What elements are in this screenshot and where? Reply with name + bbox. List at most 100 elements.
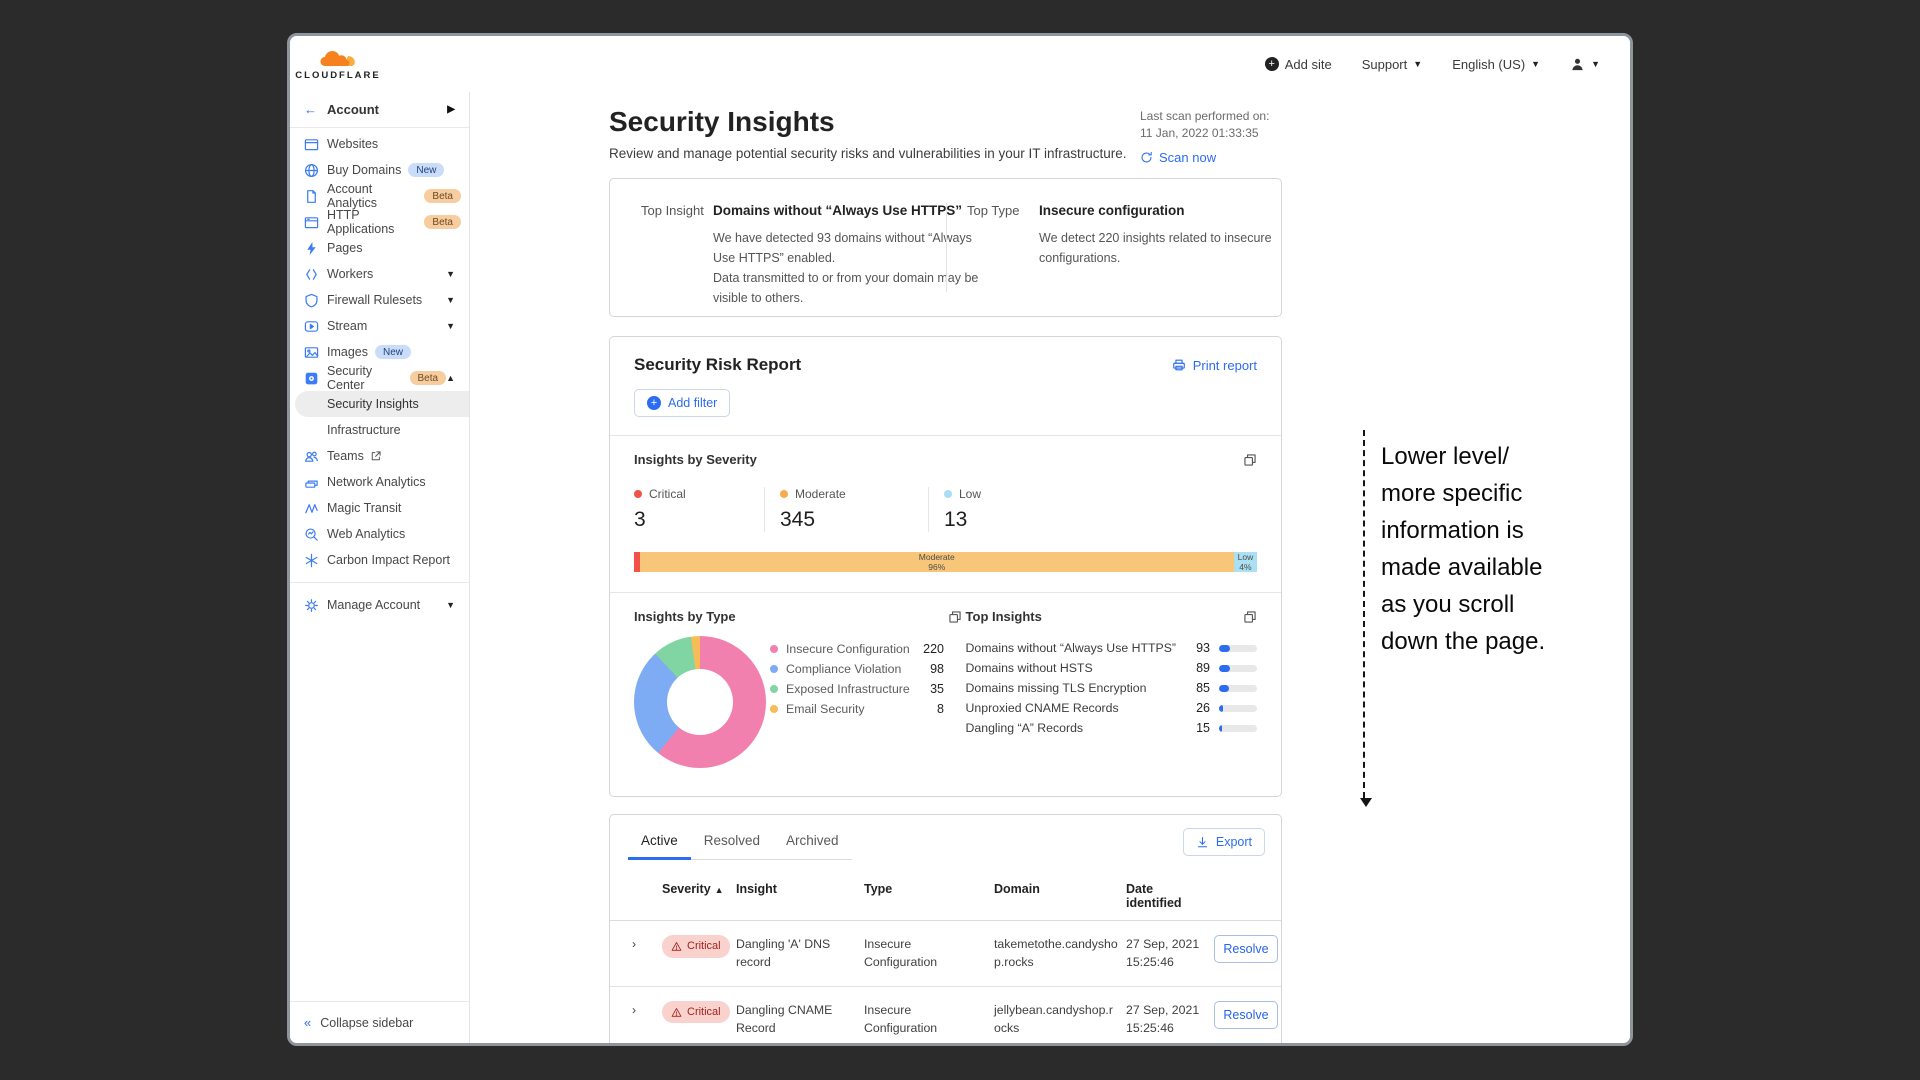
security-badge-icon: [304, 371, 319, 386]
sidebar-item-account-analytics[interactable]: Account AnalyticsBeta: [290, 183, 469, 209]
sidebar-item-firewall-rulesets[interactable]: Firewall Rulesets▼: [290, 287, 469, 313]
legend-value: 98: [930, 662, 944, 676]
cell-type: Insecure Configuration: [864, 987, 994, 1043]
column-header-severity[interactable]: Severity▲: [662, 874, 736, 906]
bolt-icon: [304, 241, 319, 256]
browser-window-icon: [304, 137, 319, 152]
sidebar-item-magic-transit[interactable]: Magic Transit: [290, 495, 469, 521]
severity-stat-value: 13: [944, 508, 1092, 532]
severity-dot-icon: [634, 490, 642, 498]
top-insight-bar-fill: [1219, 665, 1230, 672]
language-menu[interactable]: English (US) ▼: [1452, 57, 1540, 72]
top-insight-row[interactable]: Domains without “Always Use HTTPS”93: [966, 638, 1257, 658]
last-scan-label: Last scan performed on:: [1140, 108, 1282, 125]
top-type-label: Top Type: [967, 203, 1039, 292]
expand-row-chevron-icon[interactable]: ›: [632, 987, 662, 1033]
support-menu[interactable]: Support ▼: [1362, 57, 1422, 72]
sidebar-item-label: Manage Account: [327, 598, 420, 612]
web-analytics-icon: [304, 527, 319, 542]
sidebar-item-label: Magic Transit: [327, 501, 401, 515]
top-insight-block: Top Insight Domains without “Always Use …: [610, 203, 946, 292]
sidebar-item-carbon-impact-report[interactable]: Carbon Impact Report: [290, 547, 469, 573]
arrow-down-icon: [1360, 798, 1372, 807]
sidebar-item-security-center[interactable]: Security CenterBeta▲: [290, 365, 469, 391]
top-insight-row[interactable]: Dangling “A” Records15: [966, 718, 1257, 738]
top-insight-bar: [1219, 645, 1257, 652]
cell-severity: Critical: [662, 921, 736, 972]
severity-stat-header: Low: [944, 487, 1092, 501]
top-insight-row[interactable]: Domains without HSTS89: [966, 658, 1257, 678]
sidebar-account-header[interactable]: ← Account ▶: [290, 92, 469, 128]
sidebar-item-web-analytics[interactable]: Web Analytics: [290, 521, 469, 547]
severity-badge-label: Critical: [687, 1004, 721, 1021]
severity-badge-label: Critical: [687, 938, 721, 955]
column-header-label: Severity: [662, 882, 711, 896]
donut-legend: Insecure Configuration220Compliance Viol…: [770, 636, 944, 768]
cell-insight: Dangling CNAME Record: [736, 987, 864, 1043]
cell-domain: takemetothe.candyshop.rocks: [994, 921, 1126, 986]
sidebar-item-manage-account[interactable]: Manage Account▼: [290, 592, 469, 618]
sidebar-item-stream[interactable]: Stream▼: [290, 313, 469, 339]
cloudflare-logo[interactable]: CLOUDFLARE: [300, 48, 376, 81]
sidebar-item-http-applications[interactable]: HTTP ApplicationsBeta: [290, 209, 469, 235]
security-risk-report-card: Security Risk Report Print report + Add …: [609, 336, 1282, 797]
legend-item[interactable]: Insecure Configuration220: [770, 639, 944, 659]
copy-icon[interactable]: [948, 610, 962, 624]
cloudflare-cloud-icon: [318, 48, 358, 69]
chevron-down-icon: ▼: [1413, 59, 1422, 69]
legend-item[interactable]: Compliance Violation 98: [770, 659, 944, 679]
tab-resolved[interactable]: Resolved: [691, 825, 773, 860]
top-insight-row[interactable]: Domains missing TLS Encryption85: [966, 678, 1257, 698]
sidebar-item-buy-domains[interactable]: Buy DomainsNew: [290, 157, 469, 183]
add-filter-button[interactable]: + Add filter: [634, 389, 730, 417]
sidebar-item-label: Security Center: [327, 364, 403, 392]
topbar-actions: + Add site Support ▼ English (US) ▼ ▼: [1265, 57, 1600, 72]
sidebar-item-images[interactable]: ImagesNew: [290, 339, 469, 365]
main-content: Security Insights Review and manage pote…: [470, 92, 1630, 1043]
user-menu[interactable]: ▼: [1570, 57, 1600, 72]
export-button[interactable]: Export: [1183, 828, 1265, 856]
resolve-button[interactable]: Resolve: [1214, 935, 1278, 963]
page-subtitle: Review and manage potential security ris…: [609, 146, 1127, 161]
expand-row-chevron-icon[interactable]: ›: [632, 921, 662, 967]
sidebar-item-websites[interactable]: Websites: [290, 131, 469, 157]
collapse-sidebar-button[interactable]: « Collapse sidebar: [290, 1001, 469, 1043]
add-site-button[interactable]: + Add site: [1265, 57, 1332, 72]
scan-now-button[interactable]: Scan now: [1140, 149, 1282, 166]
legend-dot-icon: [770, 705, 778, 713]
resolve-button[interactable]: Resolve: [1214, 1001, 1278, 1029]
tab-active[interactable]: Active: [628, 825, 691, 860]
sidebar-item-security-insights[interactable]: Security Insights: [295, 391, 469, 417]
top-insight-label: Unproxied CNAME Records: [966, 701, 1184, 715]
gear-icon: [304, 598, 319, 613]
legend-label: Compliance Violation: [786, 662, 901, 676]
top-type-body: We detect 220 insights related to insecu…: [1039, 228, 1321, 268]
severity-stat-critical: Critical3: [634, 487, 764, 532]
sidebar-item-network-analytics[interactable]: Network Analytics: [290, 469, 469, 495]
print-report-button[interactable]: Print report: [1172, 358, 1257, 373]
severity-badge: Critical: [662, 935, 730, 958]
legend-item[interactable]: Email Security8: [770, 699, 944, 719]
top-insight-row[interactable]: Unproxied CNAME Records26: [966, 698, 1257, 718]
sidebar-item-label: Buy Domains: [327, 163, 401, 177]
legend-value: 220: [923, 642, 944, 656]
sidebar-item-label: Account Analytics: [327, 182, 417, 210]
severity-section-title: Insights by Severity: [634, 452, 757, 467]
collapse-sidebar-label: Collapse sidebar: [320, 1016, 413, 1030]
sidebar-item-workers[interactable]: Workers▼: [290, 261, 469, 287]
legend-item[interactable]: Exposed Infrastructure35: [770, 679, 944, 699]
sidebar-item-infrastructure[interactable]: Infrastructure: [290, 417, 469, 443]
cell-type: Insecure Configuration: [864, 921, 994, 986]
account-label: Account: [327, 102, 379, 117]
external-link-icon: [370, 450, 382, 462]
tab-archived[interactable]: Archived: [773, 825, 852, 860]
copy-icon[interactable]: [1243, 453, 1257, 467]
sidebar: ← Account ▶ WebsitesBuy DomainsNewAccoun…: [290, 92, 470, 1043]
sidebar-item-teams[interactable]: Teams: [290, 443, 469, 469]
copy-icon[interactable]: [1243, 610, 1257, 624]
export-label: Export: [1216, 835, 1252, 849]
badge-beta: Beta: [424, 215, 461, 229]
sidebar-item-pages[interactable]: Pages: [290, 235, 469, 261]
scan-now-label: Scan now: [1159, 149, 1216, 166]
download-icon: [1196, 836, 1209, 849]
